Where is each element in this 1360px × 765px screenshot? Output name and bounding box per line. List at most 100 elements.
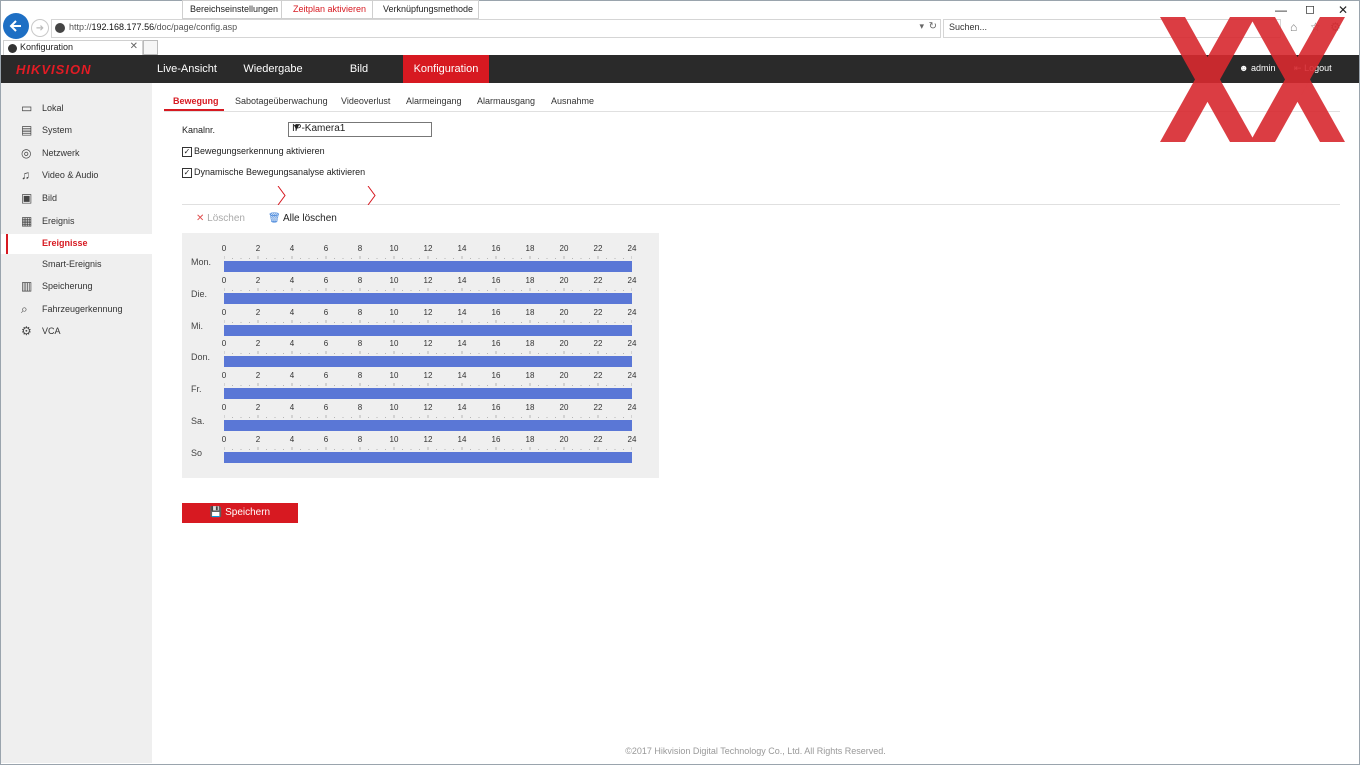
sidebar-item-lokal[interactable]: ▭ Lokal	[1, 99, 152, 119]
schedule-tick-label: 2	[255, 244, 261, 253]
minimize-icon[interactable]: —	[1275, 3, 1287, 17]
save-button[interactable]: 💾 Speichern	[182, 503, 298, 523]
schedule-tick-label: 22	[593, 434, 603, 444]
sidebar-item-smart-ereignis[interactable]: Smart-Ereignis	[1, 255, 152, 275]
forward-button[interactable]: ➜	[31, 19, 49, 37]
sidebar-item-ereignis[interactable]: ▦ Ereignis	[1, 212, 152, 232]
schedule-grid: 0 2 4 6 8 10 12 14 16 18 20 22 24 Mon. 0 2 4 6 8 10 12 14 16 18…	[182, 233, 659, 478]
sidebar-item-video-audio[interactable]: ♫ Video & Audio	[1, 166, 152, 186]
tab-alarm-input[interactable]: Alarmeingang	[406, 96, 462, 106]
nav-configuration[interactable]: Konfiguration	[403, 55, 489, 83]
schedule-tick-label: 10	[389, 434, 399, 444]
sidebar-item-system[interactable]: ▤ System	[1, 121, 152, 141]
step-area-settings[interactable]: Bereichseinstellungen	[182, 0, 289, 19]
maximize-icon[interactable]: ◻	[1305, 2, 1315, 16]
schedule-tick-label: 10	[389, 307, 399, 317]
new-tab-button[interactable]	[143, 40, 158, 55]
settings-icon[interactable]: ⚙	[1330, 20, 1341, 34]
copyright-footer: ©2017 Hikvision Digital Technology Co., …	[625, 746, 886, 756]
schedule-bar[interactable]	[224, 292, 632, 304]
tab-tamper[interactable]: Sabotageüberwachung	[235, 96, 328, 106]
user-menu[interactable]: ☻ admin	[1239, 63, 1276, 73]
close-window-icon[interactable]: ✕	[1338, 3, 1348, 17]
schedule-bar[interactable]	[224, 261, 632, 272]
schedule-ruler	[224, 319, 632, 323]
sidebar-item-label: Video & Audio	[42, 170, 99, 180]
dynamic-analysis-checkbox[interactable]: ✓	[182, 168, 192, 178]
schedule-day-label: Mon.	[191, 257, 212, 267]
schedule-ruler	[224, 415, 632, 418]
tab-alarm-output[interactable]: Alarmausgang	[477, 96, 535, 106]
schedule-tick-label: 12	[423, 371, 433, 381]
sidebar-item-label: VCA	[42, 326, 61, 336]
chevron-down-icon[interactable]: ▾	[919, 21, 924, 32]
channel-label: Kanalnr.	[182, 125, 216, 135]
tab-exception[interactable]: Ausnahme	[551, 96, 594, 106]
schedule-tick-label: 20	[559, 244, 569, 253]
schedule-tick-label: 0	[221, 434, 227, 444]
schedule-tick-label: 22	[593, 307, 603, 317]
schedule-tick-label: 20	[559, 339, 569, 349]
logout-button[interactable]: ⇤ Logout	[1294, 63, 1332, 74]
schedule-tick-label: 0	[221, 307, 227, 317]
schedule-tick-label: 12	[423, 275, 433, 285]
step-linkage[interactable]: Verknüpfungsmethode	[372, 0, 479, 19]
delete-button[interactable]: ✕ Löschen	[196, 213, 245, 224]
search-input[interactable]: Suchen...	[943, 19, 1281, 38]
delete-all-button[interactable]: 🗑 Alle löschen	[268, 213, 337, 224]
schedule-ruler	[224, 383, 632, 387]
schedule-tick-label: 14	[457, 371, 467, 381]
sidebar-item-netzwerk[interactable]: ◎ Netzwerk	[1, 144, 152, 164]
schedule-day-label: Die.	[191, 288, 208, 299]
sidebar-item-label: Ereignisse	[42, 238, 88, 248]
schedule-ruler	[224, 287, 632, 291]
schedule-bar[interactable]	[224, 324, 632, 336]
schedule-tick-label: 2	[255, 307, 261, 317]
vehicle-detect-icon: ⌕	[21, 302, 28, 316]
sidebar-item-label: System	[42, 125, 73, 135]
hikvision-logo: HIKVISION	[16, 62, 92, 77]
sidebar-item-speicherung[interactable]: ▥ Speicherung	[1, 277, 152, 297]
schedule-tick-label: 18	[525, 307, 535, 317]
schedule-tick-label: 4	[289, 403, 295, 412]
schedule-tick-label: 10	[389, 244, 399, 253]
motion-enable-checkbox[interactable]: ✓	[182, 147, 192, 157]
schedule-tick-label: 10	[389, 339, 399, 349]
home-icon[interactable]: ⌂	[1290, 20, 1297, 34]
browser-tab[interactable]: Konfiguration ✕	[3, 40, 143, 56]
video-audio-icon: ♫	[21, 168, 30, 182]
back-button[interactable]	[3, 13, 29, 39]
schedule-bar[interactable]	[224, 388, 632, 400]
schedule-bar[interactable]	[224, 420, 632, 431]
sidebar-item-fahrzeugerkennung[interactable]: ⌕ Fahrzeugerkennung	[1, 300, 152, 320]
tab-video-loss[interactable]: Videoverlust	[341, 96, 390, 106]
schedule-bar[interactable]	[224, 451, 632, 463]
sidebar-item-label: Fahrzeugerkennung	[42, 304, 123, 314]
save-icon: 💾	[209, 507, 223, 518]
storage-icon: ▥	[21, 279, 33, 293]
sidebar-item-vca[interactable]: ⚙ VCA	[1, 322, 152, 342]
close-tab-icon[interactable]: ✕	[130, 41, 138, 52]
address-bar[interactable]: http://192.168.177.56/doc/page/config.as…	[51, 19, 941, 38]
schedule-tick-label: 16	[491, 434, 501, 444]
tab-motion[interactable]: Bewegung	[173, 96, 219, 106]
schedule-tick-label: 18	[525, 434, 535, 444]
step-schedule[interactable]: Zeitplan aktivieren	[281, 0, 384, 19]
sidebar-item-bild[interactable]: ▣ Bild	[1, 189, 152, 209]
favorites-icon[interactable]: ☆	[1310, 20, 1321, 34]
schedule-tick-label: 20	[559, 403, 569, 412]
schedule-tick-label: 10	[389, 275, 399, 285]
channel-select[interactable]: IP-Kamera1 ▼	[288, 122, 432, 137]
nav-picture[interactable]: Bild	[331, 55, 387, 83]
sidebar-item-ereignisse[interactable]: Ereignisse	[1, 234, 152, 254]
schedule-tick-label: 18	[525, 275, 535, 285]
reload-icon[interactable]: ↻	[929, 21, 937, 32]
nav-playback[interactable]: Wiedergabe	[234, 55, 312, 83]
schedule-tick-label: 20	[559, 371, 569, 381]
schedule-tick-label: 16	[491, 339, 501, 349]
nav-live-view[interactable]: Live-Ansicht	[147, 55, 227, 83]
schedule-tick-label: 22	[593, 339, 603, 349]
schedule-ruler	[224, 446, 632, 450]
schedule-bar[interactable]	[224, 356, 632, 368]
schedule-day-label: Sa.	[191, 416, 205, 426]
